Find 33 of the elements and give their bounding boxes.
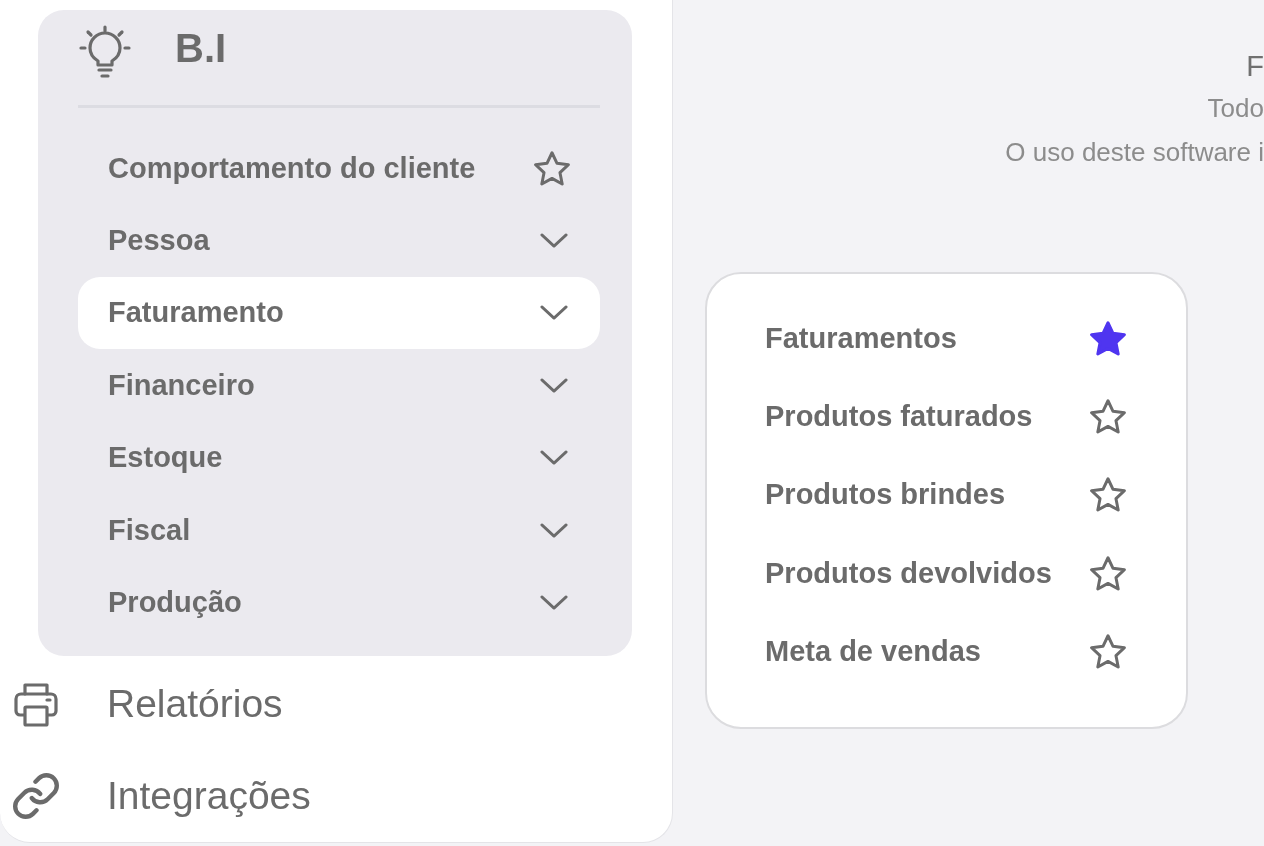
- flyout-item[interactable]: Produtos faturados: [765, 377, 1126, 456]
- star-icon[interactable]: [1090, 634, 1126, 670]
- chevron-down-icon: [540, 233, 568, 249]
- footer-text: O uso deste software i: [1005, 136, 1264, 169]
- menu-item[interactable]: Fiscal: [78, 493, 600, 567]
- menu-item[interactable]: Produção: [78, 566, 600, 639]
- flyout-item[interactable]: Produtos brindes: [765, 455, 1126, 535]
- chevron-down-icon: [540, 377, 568, 393]
- flyout-item[interactable]: Produtos devolvidos: [765, 534, 1126, 613]
- link-icon: [12, 773, 60, 820]
- star-icon[interactable]: [1090, 555, 1126, 591]
- menu-item[interactable]: Pessoa: [78, 204, 600, 277]
- footer-title: F: [1246, 49, 1264, 84]
- chevron-down-icon: [540, 522, 568, 538]
- chevron-down-icon: [540, 450, 568, 466]
- menu-item[interactable]: Faturamento: [78, 276, 600, 350]
- flyout-item[interactable]: Faturamentos: [765, 299, 1126, 378]
- star-icon[interactable]: [534, 150, 570, 186]
- chevron-down-icon: [540, 595, 568, 611]
- menu-item[interactable]: Financeiro: [78, 349, 600, 422]
- flyout-item[interactable]: Meta de vendas: [765, 612, 1126, 691]
- printer-icon: [12, 680, 60, 728]
- chevron-down-icon: [540, 305, 568, 321]
- menu-item[interactable]: Comportamento do cliente: [78, 132, 600, 205]
- star-icon[interactable]: [1090, 320, 1126, 356]
- lightbulb-icon: [79, 24, 131, 79]
- menu-item[interactable]: Estoque: [78, 421, 600, 494]
- star-icon[interactable]: [1090, 399, 1126, 435]
- section-title: B.I: [175, 26, 227, 71]
- nav-link[interactable]: Relatórios: [12, 657, 632, 751]
- star-icon[interactable]: [1090, 477, 1126, 513]
- nav-link[interactable]: Integrações: [12, 750, 632, 843]
- footer-text: Todo: [1207, 92, 1264, 125]
